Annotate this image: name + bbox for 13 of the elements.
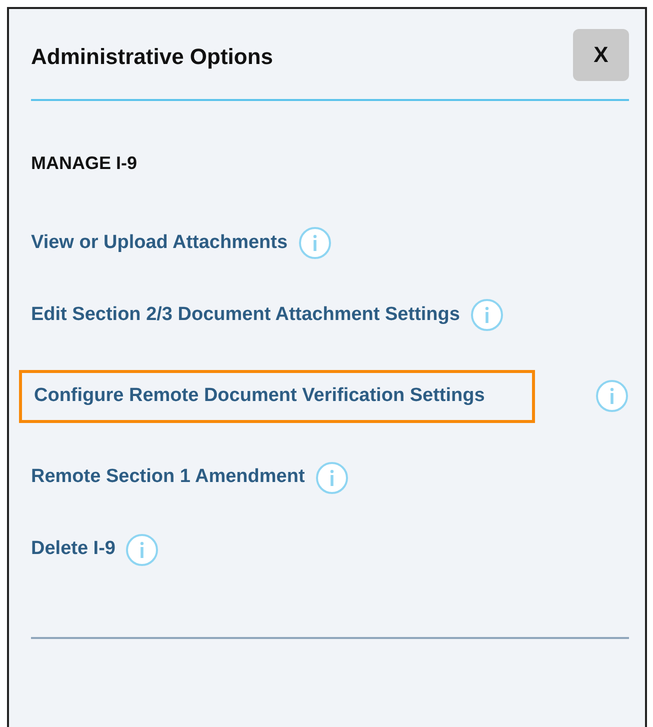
option-link[interactable]: Edit Section 2/3 Document Attachment Settings <box>31 302 460 328</box>
panel-title: Administrative Options <box>31 44 274 70</box>
option-link[interactable]: Remote Section 1 Amendment <box>31 464 305 491</box>
close-button[interactable]: X <box>573 29 629 81</box>
info-icon[interactable] <box>125 532 160 567</box>
option-link[interactable]: View or Upload Attachments <box>31 230 288 256</box>
info-icon[interactable] <box>298 226 332 260</box>
section-heading: MANAGE I-9 <box>31 153 138 174</box>
info-icon[interactable] <box>595 379 629 414</box>
info-icon[interactable] <box>470 298 504 332</box>
info-icon[interactable] <box>314 460 349 495</box>
option-link[interactable]: Delete I-9 <box>31 536 116 563</box>
option-link[interactable]: Configure Remote Document Verification Settings <box>19 370 535 423</box>
